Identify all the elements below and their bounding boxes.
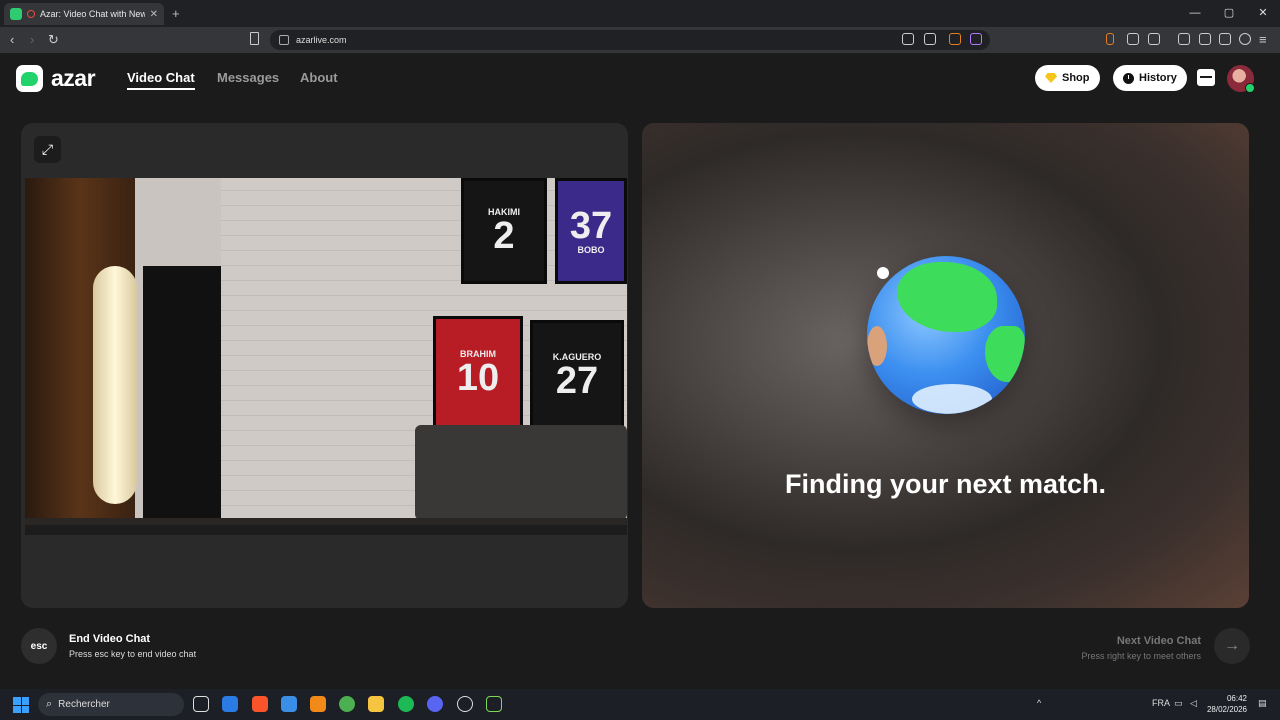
shop-button[interactable]: Shop: [1035, 65, 1100, 91]
volume-icon[interactable]: ◁: [1190, 698, 1197, 709]
local-camera-feed: HAKIMI 2 37 BOBO BRAHIM 10 K.AGUERO 27: [25, 178, 627, 535]
window-controls: — ▢ ✕: [1178, 0, 1280, 27]
vlc-icon[interactable]: [310, 696, 326, 712]
recording-icon: [27, 10, 35, 18]
search-icon: ⌕: [46, 698, 53, 710]
tab-close-icon[interactable]: ✕: [150, 9, 158, 20]
url-text: azarlive.com: [296, 35, 347, 45]
minimize-button[interactable]: —: [1178, 0, 1212, 27]
tray-expand-icon[interactable]: ^: [1037, 698, 1041, 708]
jersey-frame: BRAHIM 10: [433, 316, 523, 430]
history-button[interactable]: History: [1113, 65, 1187, 91]
nav-about[interactable]: About: [300, 70, 338, 85]
spotify-icon[interactable]: [398, 696, 414, 712]
file-explorer-icon[interactable]: [368, 696, 384, 712]
nav-messages[interactable]: Messages: [217, 70, 279, 85]
shop-label: Shop: [1062, 72, 1090, 84]
wallet-panel-icon[interactable]: [1199, 33, 1211, 45]
chrome-icon[interactable]: [339, 696, 355, 712]
online-status-dot: [1245, 83, 1255, 93]
clock-time: 06:42: [1226, 694, 1247, 703]
screenshot-icon[interactable]: [1148, 33, 1160, 45]
address-bar[interactable]: azarlive.com: [270, 30, 990, 50]
windows-taskbar: ⌕ Rechercher ^ FRA ▭ ◁ 06:42 28/02/2026 …: [0, 689, 1280, 720]
browser-tab[interactable]: Azar: Video Chat with New Pe ✕: [4, 3, 164, 25]
security-app-icon[interactable]: [222, 696, 238, 712]
sparkle-dot: [877, 267, 889, 279]
store-icon[interactable]: [281, 696, 297, 712]
next-video-chat-title: Next Video Chat: [1116, 635, 1201, 647]
search-placeholder: Rechercher: [58, 699, 110, 710]
camera-overlay-bar: [25, 525, 627, 535]
azar-favicon-icon: [10, 8, 22, 20]
jersey-frame: K.AGUERO 27: [530, 320, 624, 432]
expand-icon[interactable]: ⤢: [34, 136, 61, 163]
task-view-icon[interactable]: [193, 696, 209, 712]
steam-icon[interactable]: [457, 696, 473, 712]
system-clock[interactable]: 06:42 28/02/2026: [1207, 693, 1247, 715]
inbox-icon[interactable]: [1197, 69, 1215, 86]
next-video-chat-hint: Next Video Chat Press right key to meet …: [1081, 635, 1201, 661]
taskbar-search[interactable]: ⌕ Rechercher: [38, 693, 184, 716]
leo-ai-icon[interactable]: [1219, 33, 1231, 45]
end-video-chat-control[interactable]: esc End Video Chat Press esc key to end …: [21, 628, 196, 664]
next-arrow-button[interactable]: →: [1214, 628, 1250, 664]
gem-icon: [1045, 73, 1057, 83]
brave-browser-icon[interactable]: [252, 696, 268, 712]
local-video-panel: ⤢ HAKIMI 2 37 BOBO BRAHIM 10 K.AGUERO 27: [21, 123, 628, 608]
windows-start-icon[interactable]: [13, 697, 29, 713]
menu-icon[interactable]: ≡: [1259, 31, 1267, 49]
vpn-shield-icon[interactable]: [1239, 33, 1251, 45]
tab-title: Azar: Video Chat with New Pe: [40, 9, 145, 19]
jersey-frame: HAKIMI 2: [461, 178, 547, 284]
jersey-number: 37: [569, 205, 613, 247]
notification-icon[interactable]: ▤: [1258, 698, 1267, 709]
maximize-button[interactable]: ▢: [1212, 0, 1246, 27]
jersey-frame: 37 BOBO: [555, 178, 627, 284]
share-icon[interactable]: [924, 33, 936, 45]
jersey-number: 10: [456, 357, 500, 399]
clock-icon: [1123, 72, 1134, 84]
jersey-number: 2: [493, 215, 515, 257]
media-app-icon[interactable]: [486, 696, 502, 712]
cast-icon[interactable]: [902, 33, 914, 45]
logo-text: azar: [51, 65, 96, 91]
wallet-icon[interactable]: [1106, 33, 1114, 45]
azar-logo-icon: [16, 65, 43, 92]
jersey-name: BOBO: [577, 245, 605, 255]
discord-icon[interactable]: [427, 696, 443, 712]
clock-date: 28/02/2026: [1206, 705, 1247, 714]
next-video-chat-sub: Press right key to meet others: [1081, 651, 1201, 661]
close-window-button[interactable]: ✕: [1246, 0, 1280, 27]
jersey-number: 27: [555, 360, 599, 402]
floor-lamp: [93, 266, 137, 504]
esc-key-button[interactable]: esc: [21, 628, 57, 664]
sofa: [415, 425, 627, 520]
sidebar-icon[interactable]: [1178, 33, 1190, 45]
browser-toolbar: ‹ › ↻ azarlive.com ≡: [0, 27, 1280, 53]
new-tab-button[interactable]: +: [172, 6, 180, 21]
forward-icon[interactable]: ›: [30, 31, 34, 49]
end-video-chat-title: End Video Chat: [69, 633, 151, 645]
browser-tab-bar: Azar: Video Chat with New Pe ✕ + — ▢ ✕: [0, 0, 1280, 27]
globe-icon: [867, 256, 1025, 414]
avatar[interactable]: [1227, 65, 1255, 93]
azar-logo[interactable]: azar: [16, 65, 96, 92]
language-indicator[interactable]: FRA: [1152, 698, 1170, 708]
brave-shields-icon[interactable]: [949, 33, 961, 45]
back-icon[interactable]: ‹: [10, 31, 14, 49]
brave-rewards-icon[interactable]: [970, 33, 982, 45]
site-settings-icon[interactable]: [279, 35, 289, 45]
reload-icon[interactable]: ↻: [48, 31, 59, 49]
nav-video-chat[interactable]: Video Chat: [127, 70, 195, 90]
network-icon[interactable]: ▭: [1174, 698, 1183, 709]
matching-status: Finding your next match.: [784, 469, 1107, 499]
extensions-icon[interactable]: [1127, 33, 1139, 45]
bookmark-icon[interactable]: [250, 32, 259, 45]
remote-video-panel: Finding your next match.: [642, 123, 1249, 608]
azar-app: azar Video Chat Messages About Shop Hist…: [0, 53, 1280, 689]
end-video-chat-hint: Press esc key to end video chat: [69, 649, 197, 659]
shelf-unit: [143, 266, 221, 521]
history-label: History: [1139, 72, 1177, 84]
